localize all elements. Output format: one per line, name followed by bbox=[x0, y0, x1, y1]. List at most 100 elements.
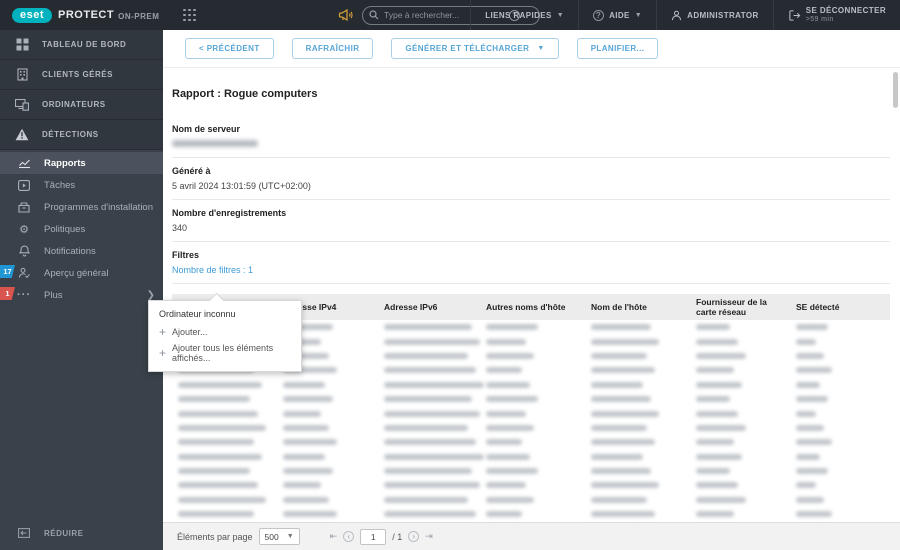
context-menu-item-add[interactable]: + Ajouter... bbox=[149, 324, 301, 340]
field-generated-at: Généré à 5 avril 2024 13:01:59 (UTC+02:0… bbox=[172, 158, 890, 199]
managed-clients-icon bbox=[14, 68, 30, 81]
redacted-cell-value bbox=[486, 482, 526, 489]
redacted-cell-value bbox=[696, 367, 734, 374]
computers-icon bbox=[14, 98, 30, 111]
redacted-cell-value bbox=[696, 424, 746, 431]
previous-page-button[interactable]: ‹ bbox=[343, 531, 355, 542]
redacted-cell-value bbox=[486, 367, 522, 374]
redacted-cell-value bbox=[591, 410, 659, 417]
redacted-cell-value bbox=[796, 410, 816, 417]
sidebar-item-politiques[interactable]: ⚙ Politiques bbox=[0, 218, 163, 240]
redacted-cell-value bbox=[283, 482, 321, 489]
chevron-down-icon: ▼ bbox=[634, 11, 643, 19]
user-menu[interactable]: ADMINISTRATOR bbox=[656, 0, 773, 30]
redacted-cell-value bbox=[486, 453, 530, 460]
tasks-icon bbox=[16, 179, 32, 191]
redacted-cell-value bbox=[384, 482, 480, 489]
sidebar-item-ordinateurs[interactable]: ORDINATEURS bbox=[0, 90, 163, 120]
redacted-cell-value bbox=[384, 439, 476, 446]
table-row[interactable] bbox=[172, 421, 890, 435]
table-row[interactable] bbox=[172, 464, 890, 478]
user-icon bbox=[672, 10, 682, 20]
column-header[interactable]: Nom de l'hôte bbox=[585, 294, 690, 320]
redacted-value bbox=[172, 140, 258, 147]
redacted-cell-value bbox=[486, 468, 538, 475]
field-server-name: Nom de serveur bbox=[172, 116, 890, 157]
redacted-cell-value bbox=[178, 439, 254, 446]
items-per-page-select[interactable]: 500 ▼ bbox=[258, 528, 300, 545]
redacted-cell-value bbox=[384, 367, 476, 374]
redacted-cell-value bbox=[384, 338, 480, 345]
table-row[interactable] bbox=[172, 406, 890, 420]
redacted-cell-value bbox=[486, 381, 530, 388]
last-page-button[interactable]: ⇥ bbox=[425, 531, 433, 542]
sidebar-item-programmes-installation[interactable]: Programmes d'installation bbox=[0, 196, 163, 218]
column-header[interactable]: Autres noms d'hôte bbox=[480, 294, 585, 320]
app-grid-icon[interactable] bbox=[183, 8, 196, 22]
brand[interactable]: eset PROTECT ON-PREM bbox=[0, 7, 169, 23]
column-header[interactable]: SE détecté bbox=[790, 294, 890, 320]
search-icon bbox=[369, 10, 379, 20]
first-page-button[interactable]: ⇤ bbox=[330, 531, 338, 542]
redacted-cell-value bbox=[283, 381, 325, 388]
warning-triangle-icon bbox=[14, 128, 30, 141]
schedule-button[interactable]: PLANIFIER... bbox=[576, 38, 659, 59]
table-row[interactable] bbox=[172, 507, 890, 521]
context-menu-item-add-all[interactable]: + Ajouter tous les éléments affichés... bbox=[149, 340, 301, 366]
column-header[interactable]: Adresse IPv6 bbox=[378, 294, 480, 320]
quick-links-menu[interactable]: LIENS RAPIDES ▼ bbox=[470, 0, 578, 30]
table-row[interactable] bbox=[172, 378, 890, 392]
redacted-cell-value bbox=[384, 496, 468, 503]
redacted-cell-value bbox=[696, 381, 742, 388]
chevron-right-icon: ❯ bbox=[146, 289, 155, 301]
sidebar-item-detections[interactable]: DÉTECTIONS bbox=[0, 120, 163, 150]
page-number-input[interactable] bbox=[360, 528, 387, 545]
megaphone-icon[interactable] bbox=[338, 7, 354, 23]
redacted-cell-value bbox=[384, 410, 480, 417]
generate-download-button[interactable]: GÉNÉRER ET TÉLÉCHARGER ▼ bbox=[391, 38, 559, 59]
help-menu[interactable]: ? AIDE ▼ bbox=[578, 0, 656, 30]
table-row[interactable] bbox=[172, 493, 890, 507]
table-row[interactable] bbox=[172, 392, 890, 406]
reports-icon bbox=[16, 158, 32, 169]
installers-icon bbox=[16, 201, 32, 213]
redacted-cell-value bbox=[384, 352, 468, 359]
table-row[interactable] bbox=[172, 450, 890, 464]
redacted-cell-value bbox=[696, 338, 738, 345]
redacted-cell-value bbox=[796, 439, 832, 446]
redacted-cell-value bbox=[283, 496, 329, 503]
collapse-sidebar-button[interactable]: RÉDUIRE bbox=[0, 520, 163, 546]
redacted-cell-value bbox=[283, 424, 329, 431]
previous-button[interactable]: < PRÉCÉDENT bbox=[185, 38, 274, 59]
collapse-icon bbox=[16, 528, 32, 538]
sidebar-item-apercu-general[interactable]: 17 Aperçu général bbox=[0, 262, 163, 284]
sidebar-item-plus[interactable]: 1 ··· Plus ❯ bbox=[0, 284, 163, 306]
filters-count-link[interactable]: Nombre de filtres : 1 bbox=[172, 265, 890, 283]
redacted-cell-value bbox=[796, 367, 832, 374]
redacted-cell-value bbox=[591, 453, 643, 460]
redacted-cell-value bbox=[591, 511, 655, 518]
redacted-cell-value bbox=[384, 453, 484, 460]
next-page-button[interactable]: › bbox=[408, 531, 420, 542]
table-row[interactable] bbox=[172, 435, 890, 449]
redacted-cell-value bbox=[591, 424, 647, 431]
redacted-cell-value bbox=[283, 511, 337, 518]
sidebar-item-taches[interactable]: Tâches bbox=[0, 174, 163, 196]
context-menu: Ordinateur inconnu + Ajouter... + Ajoute… bbox=[148, 292, 302, 372]
record-count-value: 340 bbox=[172, 223, 188, 233]
sidebar-item-rapports[interactable]: Rapports bbox=[0, 152, 163, 174]
redacted-cell-value bbox=[486, 410, 526, 417]
column-header[interactable]: Fournisseur de la carte réseau bbox=[690, 294, 790, 320]
sidebar-item-tableau-de-bord[interactable]: TABLEAU DE BORD bbox=[0, 30, 163, 60]
status-badge-red: 1 bbox=[0, 287, 15, 300]
table-row[interactable] bbox=[172, 478, 890, 492]
sidebar-item-notifications[interactable]: Notifications bbox=[0, 240, 163, 262]
redacted-cell-value bbox=[486, 424, 534, 431]
field-record-count: Nombre d'enregistrements 340 bbox=[172, 200, 890, 241]
eset-logo: eset bbox=[12, 7, 53, 23]
logout-button[interactable]: SE DÉCONNECTER >59 min bbox=[772, 0, 900, 30]
sidebar-item-clients-geres[interactable]: CLIENTS GÉRÉS bbox=[0, 60, 163, 90]
refresh-button[interactable]: RAFRAÎCHIR bbox=[291, 38, 374, 59]
vertical-scrollbar-thumb[interactable] bbox=[893, 72, 898, 108]
redacted-cell-value bbox=[796, 381, 820, 388]
